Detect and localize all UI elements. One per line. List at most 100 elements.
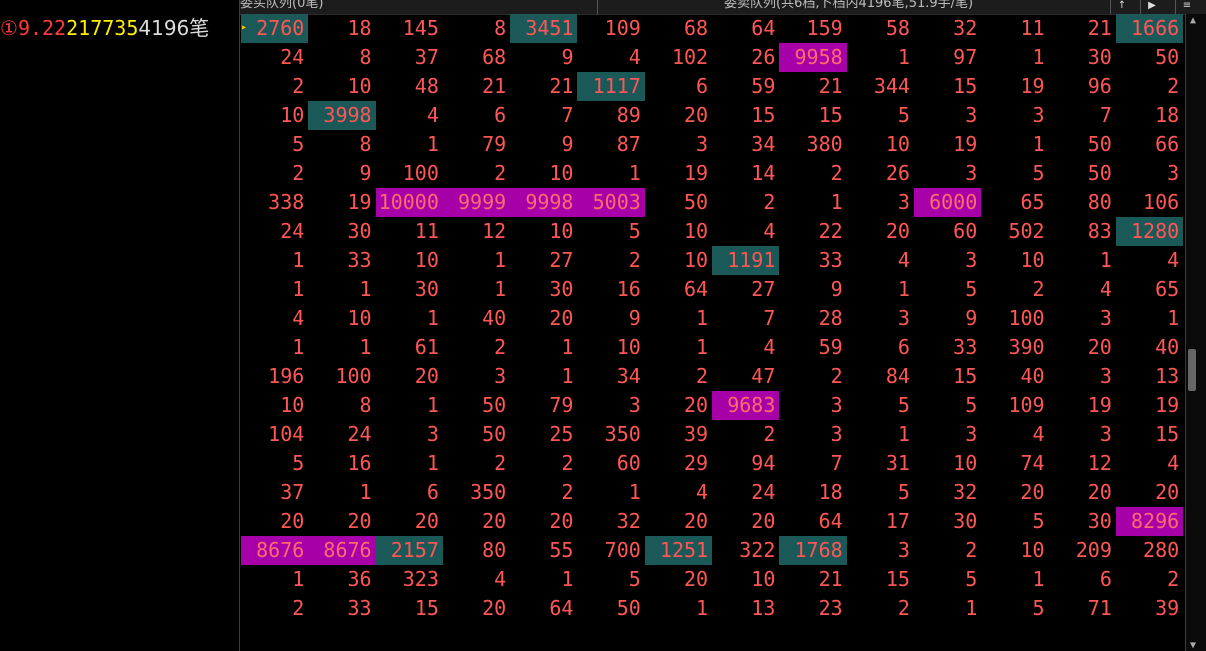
queue-order-cell[interactable]: 2	[1116, 72, 1183, 101]
queue-order-cell[interactable]: 1	[847, 420, 914, 449]
queue-order-cell[interactable]: 10	[308, 72, 375, 101]
queue-order-cell[interactable]: 1	[577, 159, 644, 188]
queue-order-cell[interactable]: 24	[241, 217, 308, 246]
queue-order-cell[interactable]: 8296	[1115, 507, 1184, 536]
queue-order-cell[interactable]: 16	[577, 275, 644, 304]
queue-order-cell[interactable]: 36	[308, 565, 375, 594]
queue-order-cell[interactable]: 3	[1049, 362, 1116, 391]
queue-order-cell[interactable]: 3	[981, 101, 1048, 130]
queue-order-cell[interactable]: 96	[1049, 72, 1116, 101]
queue-order-cell[interactable]: 8	[443, 14, 510, 43]
menu-button[interactable]: ≡	[1175, 0, 1198, 14]
queue-order-cell[interactable]: 21	[510, 72, 577, 101]
queue-order-cell[interactable]: 1	[510, 565, 577, 594]
queue-order-cell[interactable]: 2	[645, 362, 712, 391]
queue-order-cell[interactable]: 8	[308, 130, 375, 159]
queue-order-cell[interactable]: 50	[443, 391, 510, 420]
queue-order-cell[interactable]: 4	[241, 304, 308, 333]
queue-order-cell[interactable]: 5	[847, 478, 914, 507]
queue-order-cell[interactable]: 26	[847, 159, 914, 188]
queue-order-cell[interactable]: 380	[779, 130, 846, 159]
queue-order-cell[interactable]: 2	[443, 159, 510, 188]
queue-order-cell[interactable]: 33	[779, 246, 846, 275]
queue-order-cell[interactable]: 29	[645, 449, 712, 478]
queue-order-cell[interactable]: 64	[779, 507, 846, 536]
price-level-row[interactable]: ①9.222177354196笔	[0, 14, 240, 42]
queue-order-cell[interactable]: 10	[376, 246, 443, 275]
queue-order-cell[interactable]: 20	[645, 507, 712, 536]
queue-order-cell[interactable]: 50	[1049, 159, 1116, 188]
queue-order-cell[interactable]: 2	[847, 594, 914, 623]
queue-order-cell[interactable]: 9	[914, 304, 981, 333]
queue-order-cell[interactable]: 47	[712, 362, 779, 391]
queue-order-cell[interactable]: 2	[241, 159, 308, 188]
queue-order-cell[interactable]: 14	[712, 159, 779, 188]
queue-order-cell[interactable]: 20	[443, 507, 510, 536]
queue-order-cell[interactable]: 60	[577, 449, 644, 478]
queue-order-cell[interactable]: 9998	[510, 188, 578, 217]
queue-order-cell[interactable]: 10	[645, 246, 712, 275]
queue-order-cell[interactable]: 5	[847, 101, 914, 130]
queue-order-cell[interactable]: 7	[1049, 101, 1116, 130]
queue-order-cell[interactable]: 30	[914, 507, 981, 536]
queue-order-cell[interactable]: 2	[914, 536, 981, 565]
queue-order-cell[interactable]: 10	[308, 304, 375, 333]
queue-order-cell[interactable]: 21	[779, 72, 846, 101]
queue-order-cell[interactable]: 390	[981, 333, 1048, 362]
queue-order-cell[interactable]: 31	[847, 449, 914, 478]
queue-order-cell[interactable]: 19	[914, 130, 981, 159]
queue-order-cell[interactable]: 350	[443, 478, 510, 507]
queue-order-cell[interactable]: 1251	[644, 536, 713, 565]
queue-order-cell[interactable]: 20	[1049, 333, 1116, 362]
queue-order-cell[interactable]: 40	[981, 362, 1048, 391]
queue-order-cell[interactable]: 9	[510, 43, 577, 72]
queue-order-cell[interactable]: 21	[443, 72, 510, 101]
queue-order-cell[interactable]: 3	[1049, 420, 1116, 449]
queue-order-cell[interactable]: 4	[443, 565, 510, 594]
queue-order-cell[interactable]: 350	[577, 420, 644, 449]
queue-order-cell[interactable]: 79	[510, 391, 577, 420]
queue-order-cell[interactable]: 18	[779, 478, 846, 507]
queue-order-cell[interactable]: 1	[376, 449, 443, 478]
queue-order-cell[interactable]: 7	[779, 449, 846, 478]
queue-order-cell[interactable]: 3	[376, 420, 443, 449]
queue-order-cell[interactable]: 50	[443, 420, 510, 449]
queue-order-cell[interactable]: 4	[645, 478, 712, 507]
queue-order-cell[interactable]: 89	[577, 101, 644, 130]
queue-order-cell[interactable]: 10000	[375, 188, 443, 217]
queue-order-cell[interactable]: 15	[914, 362, 981, 391]
queue-order-cell[interactable]: 37	[376, 43, 443, 72]
queue-order-cell[interactable]: 4	[1116, 449, 1183, 478]
queue-order-cell[interactable]: 322	[712, 536, 779, 565]
queue-order-cell[interactable]: 9999	[442, 188, 511, 217]
queue-order-cell[interactable]: 2	[577, 246, 644, 275]
queue-order-cell[interactable]: 6000	[913, 188, 982, 217]
queue-order-cell[interactable]: 20	[1049, 478, 1116, 507]
queue-order-cell[interactable]: 502	[981, 217, 1048, 246]
scroll-up-button[interactable]: ↑	[1110, 0, 1133, 14]
queue-order-cell[interactable]: 1	[577, 478, 644, 507]
queue-order-cell[interactable]: 1	[1116, 304, 1183, 333]
queue-order-cell[interactable]: 2	[779, 159, 846, 188]
queue-order-cell[interactable]: 3	[914, 159, 981, 188]
queue-order-cell[interactable]: 5	[847, 391, 914, 420]
queue-order-cell[interactable]: 8676	[308, 536, 376, 565]
queue-order-cell[interactable]: 32	[914, 478, 981, 507]
queue-order-cell[interactable]: 145	[376, 14, 443, 43]
queue-order-cell[interactable]: 4	[1116, 246, 1183, 275]
queue-order-cell[interactable]: 1	[241, 333, 308, 362]
queue-order-cell[interactable]: 97	[914, 43, 981, 72]
queue-order-cell[interactable]: 1191	[712, 246, 780, 275]
queue-order-cell[interactable]: 9	[510, 130, 577, 159]
queue-order-cell[interactable]: 20	[376, 362, 443, 391]
queue-order-cell[interactable]: 3451	[510, 14, 578, 43]
queue-order-cell[interactable]: 12	[1049, 449, 1116, 478]
queue-order-cell[interactable]: 5	[577, 217, 644, 246]
queue-order-cell[interactable]: 23	[779, 594, 846, 623]
queue-order-cell[interactable]: 20	[847, 217, 914, 246]
queue-order-cell[interactable]: 61	[376, 333, 443, 362]
queue-order-cell[interactable]: 4	[376, 101, 443, 130]
queue-order-cell[interactable]: 4	[847, 246, 914, 275]
queue-order-cell[interactable]: 10	[645, 217, 712, 246]
queue-order-cell[interactable]: 40	[1116, 333, 1183, 362]
